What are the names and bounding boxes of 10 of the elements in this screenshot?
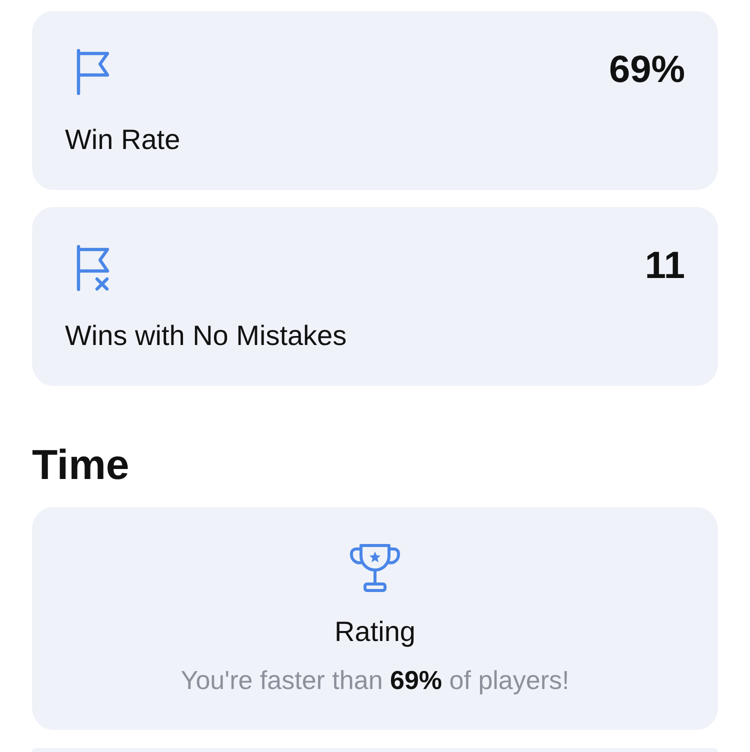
rating-description: You're faster than 69% of players! bbox=[180, 664, 570, 696]
stat-label: Wins with No Mistakes bbox=[65, 320, 347, 351]
flag-icon bbox=[76, 49, 110, 95]
stat-value: 69% bbox=[608, 48, 685, 92]
section-heading: Time bbox=[32, 440, 130, 490]
rating-title: Rating bbox=[334, 615, 416, 649]
stat-label: Win Rate bbox=[65, 124, 180, 155]
stat-value: 11 bbox=[644, 244, 685, 288]
flag-x-icon bbox=[76, 245, 110, 291]
trophy-icon bbox=[349, 543, 401, 593]
